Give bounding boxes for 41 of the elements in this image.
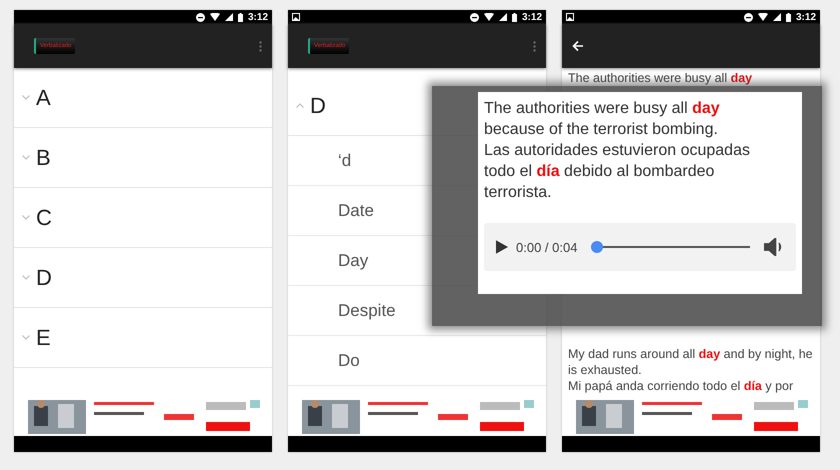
play-icon[interactable] [496, 240, 508, 254]
letter-label: D [310, 92, 326, 118]
do-not-disturb-icon [744, 12, 753, 22]
status-time: 3:12 [522, 12, 542, 22]
letter-row[interactable]: B [14, 128, 272, 188]
signal-icon [772, 13, 781, 21]
battery-icon [786, 12, 791, 22]
letter-label: D [36, 264, 52, 290]
letter-label: A [36, 84, 51, 110]
wifi-icon [758, 13, 768, 21]
expand-caret-icon[interactable] [22, 275, 30, 280]
signal-icon [224, 13, 233, 21]
expand-caret-icon[interactable] [22, 335, 30, 340]
letter-label: B [36, 144, 51, 170]
wifi-icon [210, 13, 220, 21]
expand-caret-icon[interactable] [22, 95, 30, 100]
battery-icon [238, 12, 243, 22]
collapse-caret-icon[interactable] [296, 103, 304, 108]
expand-caret-icon[interactable] [22, 155, 30, 160]
do-not-disturb-icon [196, 12, 205, 22]
letter-row[interactable]: A [14, 68, 272, 128]
signal-icon [498, 13, 507, 21]
more-menu-icon[interactable] [259, 40, 262, 52]
letter-label: E [36, 324, 51, 350]
expand-caret-icon[interactable] [22, 215, 30, 220]
battery-icon [512, 12, 517, 22]
do-not-disturb-icon [470, 12, 479, 22]
example-sentence: My dad runs around all day and by night, he is exhausted. Mi papá anda corriendo todo el día y por [567, 346, 814, 395]
letter-row[interactable]: D [14, 248, 272, 308]
word-item[interactable]: Do [288, 336, 546, 386]
more-menu-icon[interactable] [533, 40, 536, 52]
letter-row[interactable]: C [14, 188, 272, 248]
letter-label: C [36, 204, 52, 230]
status-time: 3:12 [796, 12, 816, 22]
example-sentence: The authorities were busy all day [567, 70, 754, 87]
back-arrow-icon[interactable] [572, 40, 584, 52]
wifi-icon [484, 13, 494, 21]
status-time: 3:12 [248, 12, 268, 22]
volume-icon[interactable] [764, 238, 784, 256]
letter-row[interactable]: E [14, 308, 272, 368]
slider-thumb[interactable] [591, 241, 604, 253]
